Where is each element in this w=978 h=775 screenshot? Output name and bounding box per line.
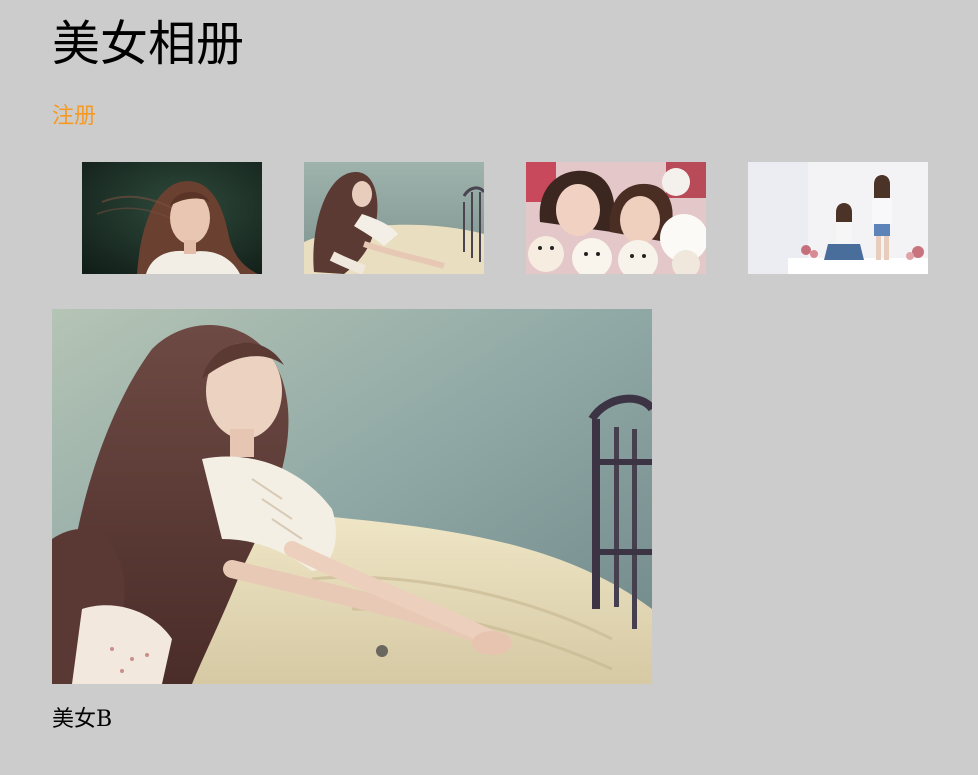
thumbnail-two-girls-white-room[interactable] [748,162,928,274]
two-girls-white-room-image [748,162,928,274]
portrait-image [82,162,262,274]
thumbnail-portrait-dark-background[interactable] [82,162,262,274]
main-photo [52,309,652,684]
register-link[interactable]: 注册 [52,103,96,131]
girl-on-bed-large-image [52,309,652,684]
two-girls-plush-image [526,162,706,274]
page-title: 美女相册 [52,16,245,72]
photo-caption: 美女B [52,707,113,732]
thumbnail-two-girls-with-plush-toys[interactable] [526,162,706,274]
girl-on-bed-image [304,162,484,274]
thumbnail-girl-on-bed[interactable] [304,162,484,274]
